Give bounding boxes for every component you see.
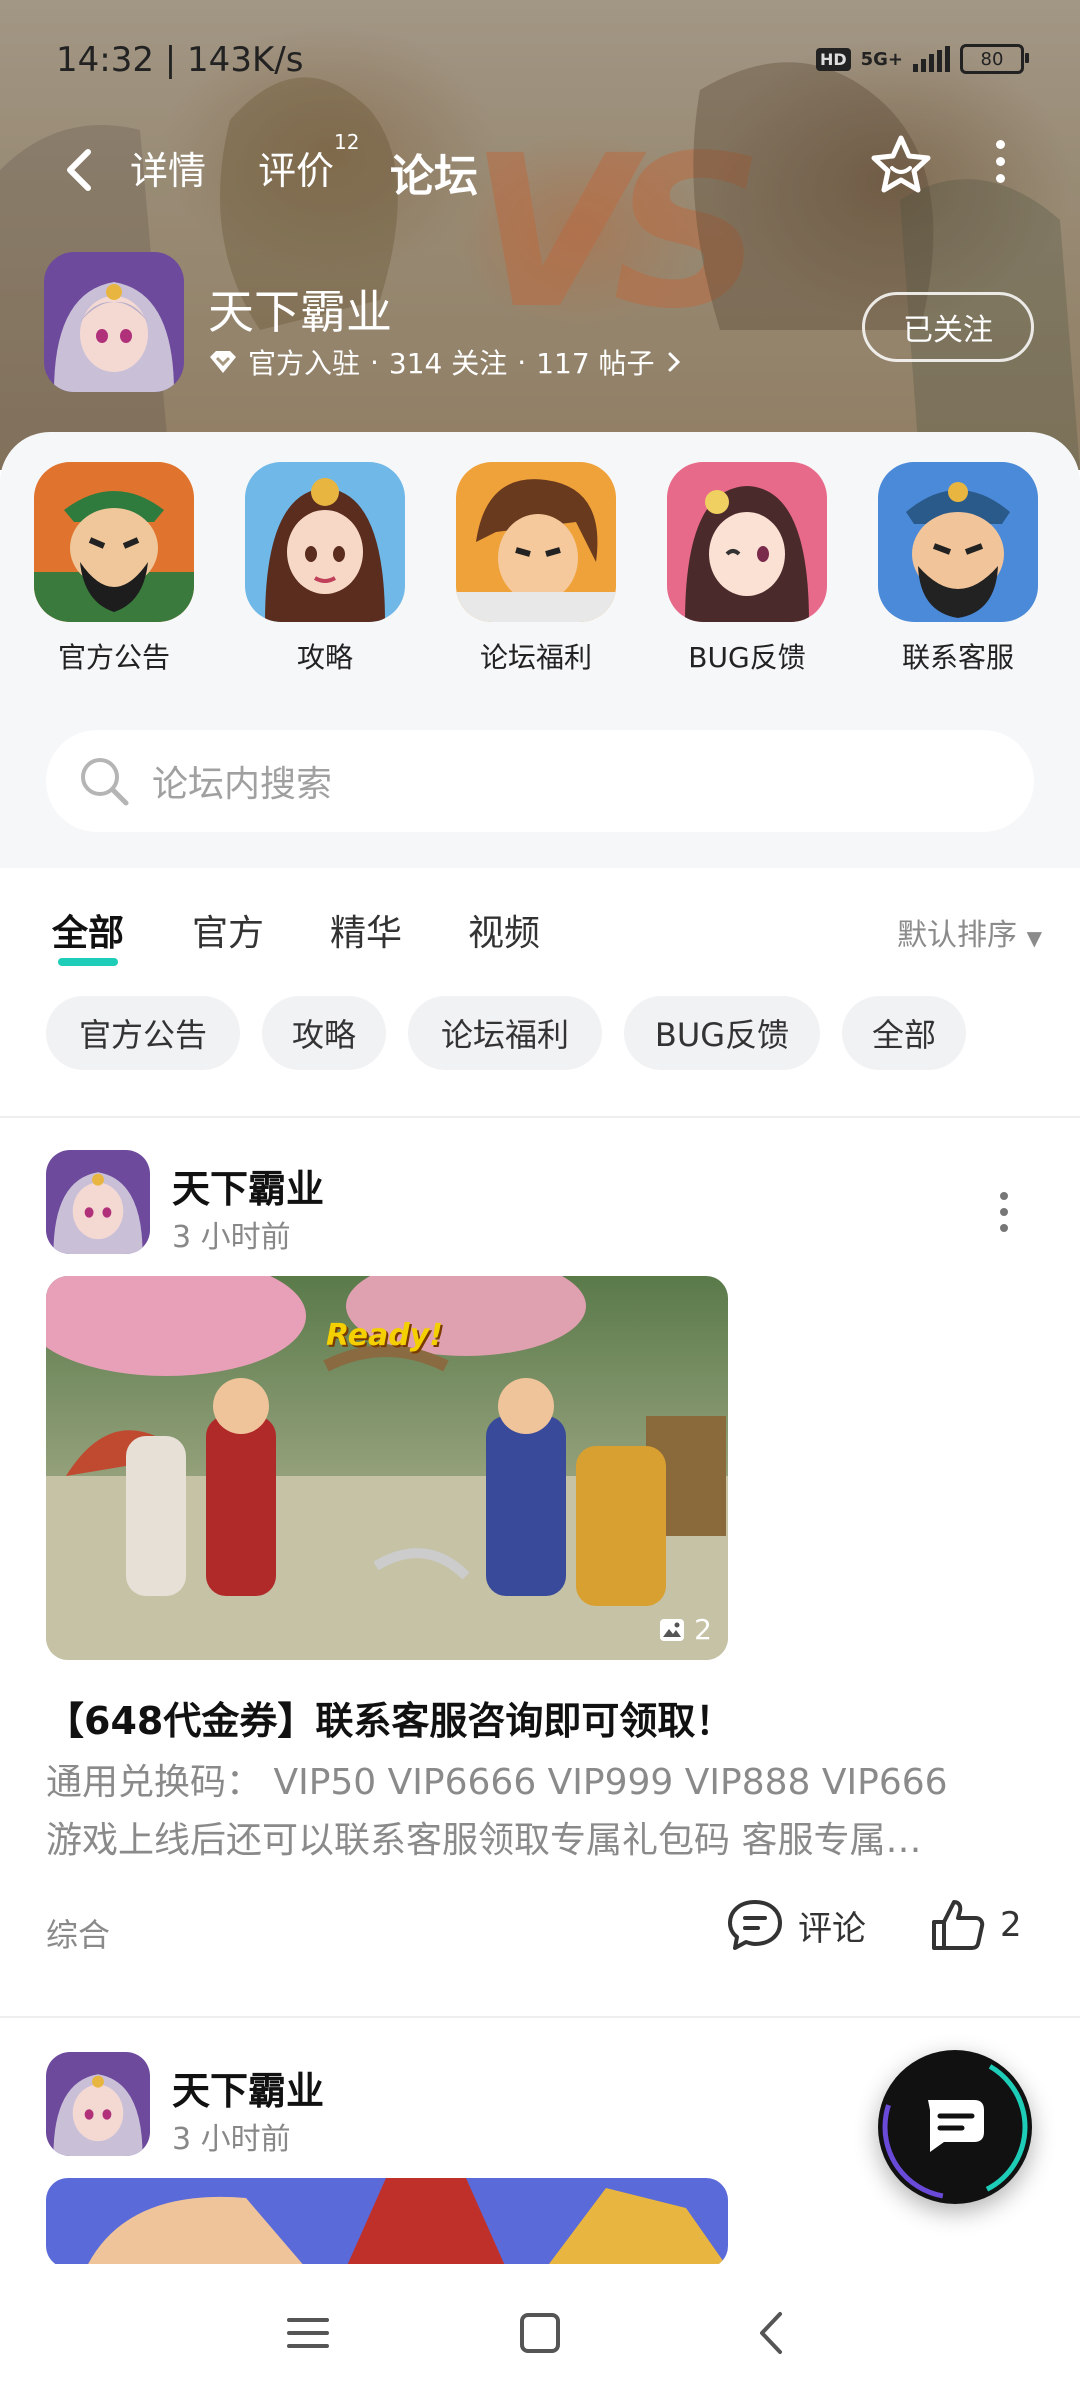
tab-forum[interactable]: 论坛 bbox=[390, 140, 478, 204]
back-button[interactable] bbox=[58, 140, 118, 200]
active-filter-indicator bbox=[58, 958, 119, 966]
chat-fab[interactable] bbox=[878, 2050, 1032, 2204]
divider bbox=[0, 1116, 1080, 1118]
post-time: 3 小时前 bbox=[172, 2122, 291, 2157]
shortcut-customer-service[interactable]: 联系客服 bbox=[873, 462, 1043, 676]
forum-panel: 官方公告 攻略 论坛福利 BUG反馈 联系客服 论坛内搜索 bbox=[0, 432, 1080, 868]
shortcut-guides[interactable]: 攻略 bbox=[240, 462, 410, 676]
post-image[interactable] bbox=[46, 2178, 728, 2264]
shortcut-grid: 官方公告 攻略 论坛福利 BUG反馈 联系客服 bbox=[0, 462, 1080, 682]
post-category-tag[interactable]: 综合 bbox=[46, 1910, 110, 1956]
search-placeholder: 论坛内搜索 bbox=[152, 764, 333, 805]
chat-bubble-icon bbox=[882, 2054, 1028, 2200]
signal-icon bbox=[913, 46, 950, 72]
game-meta[interactable]: 官方入驻 · 314 关注 · 117 帖子 bbox=[208, 342, 683, 382]
official-label: 官方入驻 bbox=[248, 347, 361, 380]
post-body[interactable]: 通用兑换码： VIP50 VIP6666 VIP999 VIP888 VIP66… bbox=[46, 1754, 1036, 1870]
filter-tab-all[interactable]: 全部 bbox=[52, 904, 125, 966]
followers-count: 314 关注 bbox=[388, 347, 508, 380]
chip-bug-report[interactable]: BUG反馈 bbox=[624, 996, 820, 1070]
hd-icon: HD bbox=[815, 47, 851, 71]
forum-search-bar[interactable]: 论坛内搜索 bbox=[46, 730, 1034, 832]
shortcut-announcements[interactable]: 官方公告 bbox=[29, 462, 199, 676]
game-icon[interactable] bbox=[44, 252, 184, 392]
sort-dropdown[interactable]: 默认排序 ▼ bbox=[897, 910, 1042, 954]
like-count: 2 bbox=[1000, 1905, 1022, 1945]
comment-label: 评论 bbox=[798, 1908, 866, 1949]
post-title[interactable]: 【648代金券】联系客服咨询即可领取！ bbox=[46, 1690, 733, 1745]
filter-tab-official[interactable]: 官方 bbox=[192, 904, 264, 956]
shortcut-label: BUG反馈 bbox=[688, 641, 806, 674]
caret-down-icon: ▼ bbox=[1026, 926, 1042, 950]
back-nav-icon[interactable] bbox=[748, 2308, 798, 2358]
post-body-line: 游戏上线后还可以联系客服领取专属礼包码 客服专属… bbox=[46, 1820, 922, 1861]
post-author[interactable]: 天下霸业 bbox=[172, 2060, 324, 2115]
network-type: 5G+ bbox=[860, 48, 903, 70]
tab-details[interactable]: 详情 bbox=[130, 140, 206, 195]
maiden-portrait-icon bbox=[667, 462, 827, 622]
filter-tab-featured[interactable]: 精华 bbox=[330, 904, 402, 956]
chip-guides[interactable]: 攻略 bbox=[262, 996, 386, 1070]
battery-icon: 80 bbox=[960, 44, 1029, 74]
official-badge-icon bbox=[210, 351, 236, 373]
guan-yu-portrait-icon bbox=[34, 462, 194, 622]
like-button[interactable]: 2 bbox=[930, 1898, 1022, 1952]
post-more-button[interactable] bbox=[1000, 1192, 1008, 1232]
filter-tabs: 全部 官方 精华 视频 默认排序 ▼ bbox=[0, 868, 1080, 978]
chip-all[interactable]: 全部 bbox=[842, 996, 966, 1070]
more-options-button[interactable] bbox=[980, 140, 1020, 200]
general-portrait-icon bbox=[878, 462, 1038, 622]
shortcut-label: 攻略 bbox=[296, 641, 353, 674]
image-count: 2 bbox=[658, 1613, 712, 1646]
chevron-left-icon bbox=[67, 149, 91, 191]
category-chips: 官方公告 攻略 论坛福利 BUG反馈 全部 bbox=[0, 980, 1080, 1110]
warrior-portrait-icon bbox=[456, 462, 616, 622]
search-icon bbox=[81, 758, 129, 806]
avatar[interactable] bbox=[46, 2052, 150, 2156]
game-name: 天下霸业 bbox=[208, 285, 392, 339]
shortcut-benefits[interactable]: 论坛福利 bbox=[451, 462, 621, 676]
post-time: 3 小时前 bbox=[172, 1220, 291, 1255]
divider bbox=[0, 2016, 1080, 2018]
posts-count: 117 帖子 bbox=[536, 347, 655, 380]
image-count-value: 2 bbox=[694, 1613, 712, 1646]
tab-forum-label: 论坛 bbox=[390, 151, 478, 202]
follow-button[interactable]: 已关注 bbox=[862, 292, 1034, 362]
thumbs-up-icon bbox=[932, 1900, 985, 1950]
shortcut-label: 官方公告 bbox=[57, 641, 170, 674]
top-nav: 详情 评价 12 论坛 bbox=[0, 130, 1080, 210]
sort-label: 默认排序 bbox=[897, 918, 1018, 953]
status-bar: 14:32 | 143K/s HD 5G+ 80 bbox=[0, 0, 1080, 120]
comment-icon bbox=[728, 1900, 782, 1950]
heroine-portrait-icon bbox=[245, 462, 405, 622]
chip-announcements[interactable]: 官方公告 bbox=[46, 996, 240, 1070]
filter-tab-label: 全部 bbox=[52, 913, 125, 954]
ready-caption: Ready! bbox=[326, 1318, 443, 1353]
favorite-button[interactable] bbox=[866, 130, 936, 200]
avatar[interactable] bbox=[46, 1150, 150, 1254]
shortcut-label: 联系客服 bbox=[901, 641, 1014, 674]
system-nav-bar bbox=[0, 2264, 1080, 2400]
home-icon[interactable] bbox=[515, 2308, 565, 2358]
comment-button[interactable]: 评论 bbox=[726, 1898, 866, 1952]
post-image[interactable]: Ready! 2 bbox=[46, 1276, 728, 1660]
shortcut-bug-report[interactable]: BUG反馈 bbox=[662, 462, 832, 676]
chip-benefits[interactable]: 论坛福利 bbox=[408, 996, 602, 1070]
star-icon bbox=[871, 135, 931, 193]
filter-tab-video[interactable]: 视频 bbox=[468, 904, 540, 956]
post-author[interactable]: 天下霸业 bbox=[172, 1158, 324, 1213]
image-icon bbox=[660, 1618, 685, 1641]
reviews-count-badge: 12 bbox=[334, 130, 360, 154]
post-card[interactable]: 天下霸业 3 小时前 Ready! 2 【648代金券】联系客服咨询即可领取！ bbox=[0, 1150, 1080, 2010]
tab-reviews[interactable]: 评价 bbox=[258, 140, 334, 195]
shortcut-label: 论坛福利 bbox=[479, 641, 592, 674]
post-body-line: 通用兑换码： VIP50 VIP6666 VIP999 VIP888 VIP66… bbox=[46, 1762, 948, 1803]
chevron-right-icon bbox=[668, 352, 680, 372]
status-time: 14:32 | 143K/s bbox=[56, 40, 304, 80]
menu-icon[interactable] bbox=[283, 2308, 333, 2358]
